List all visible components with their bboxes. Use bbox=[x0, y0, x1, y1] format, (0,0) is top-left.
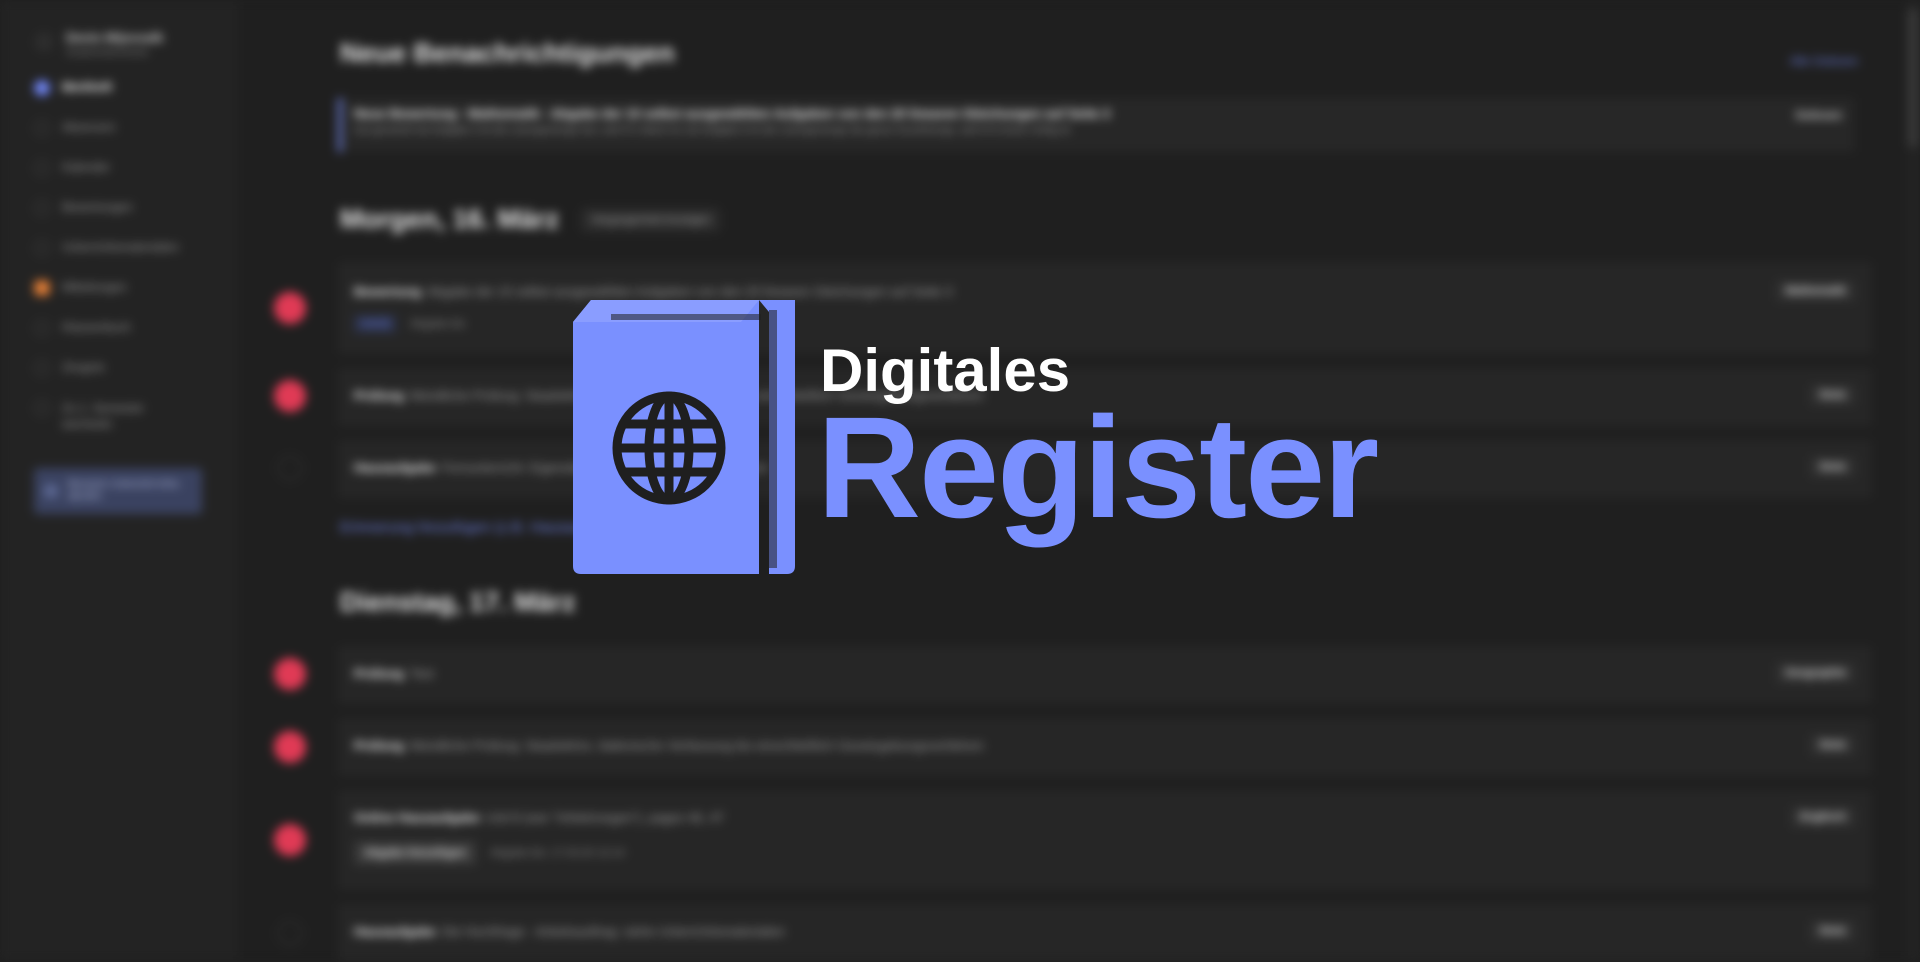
radio-icon bbox=[34, 200, 50, 216]
entry-type: Hausaufgabe bbox=[354, 924, 436, 939]
info-card-label: Benutzer Unterricht-Infos abrufen bbox=[68, 478, 180, 503]
sidebar-item-label: Unterrichtsmaterialien bbox=[62, 240, 179, 254]
day-title: Dienstag, 17. März bbox=[340, 587, 576, 617]
timeline-marker bbox=[277, 455, 303, 481]
sidebar-item-label: Merkheft bbox=[62, 80, 113, 94]
day-heading: Dienstag, 17. März bbox=[340, 587, 576, 618]
agenda-entry[interactable]: Hausaufgabe Die Hochfrage - Arbeitsauftra… bbox=[338, 904, 1872, 962]
scrollbar[interactable] bbox=[1906, 0, 1920, 961]
sidebar-item-label: Kalender bbox=[62, 160, 111, 174]
agenda-entry[interactable]: Online Hausaufgabe Unit 8 (see "Infobörse… bbox=[338, 790, 1872, 890]
logo-text-register: Register bbox=[817, 387, 1379, 548]
user-name: Denis Mijovsalk bbox=[66, 30, 164, 45]
radio-icon bbox=[34, 320, 50, 336]
radio-icon bbox=[34, 160, 50, 176]
entry-text: Abgabe der 10 selbst ausgewählten Aufgab… bbox=[427, 284, 953, 299]
timeline-marker bbox=[277, 920, 303, 946]
sidebar-item-mitteilungen[interactable]: Mitteilungen bbox=[34, 280, 179, 320]
passport-globe-icon bbox=[573, 300, 795, 574]
notifications-heading: Neue Benachrichtigungen bbox=[340, 38, 675, 68]
entry-type: Prüfung bbox=[354, 388, 404, 403]
agenda-entry[interactable]: Prüfung Mündliche Prüfung: Staatslehre, I… bbox=[338, 718, 1872, 776]
mark-read-button[interactable]: Gelesen bbox=[1795, 108, 1842, 122]
notification-text: Gut gemacht! bei Aufgabe 3 ist die Lösun… bbox=[354, 125, 1070, 136]
entry-line: Prüfung Mündliche Prüfung: Staatslehre, I… bbox=[354, 738, 1856, 753]
app-logo: Digitales Register bbox=[573, 300, 1393, 580]
entry-meta: Abgabe bis: 17.03.20 12:14 bbox=[490, 847, 625, 859]
entry-line: Hausaufgabe Die Hochfrage - Arbeitsauftra… bbox=[354, 924, 1856, 939]
entry-line: Online Hausaufgabe Unit 8 (see "Infobörse… bbox=[354, 810, 1856, 825]
entry-meta-row: Abgabe hinzufügen Abgabe bis: 17.03.20 1… bbox=[354, 841, 1856, 865]
sidebar-item-label: Klassenbuch bbox=[62, 320, 131, 334]
timeline-marker bbox=[274, 658, 306, 690]
radio-icon bbox=[34, 80, 50, 96]
sidebar-item-label: Bewertungen bbox=[62, 200, 133, 214]
radio-icon bbox=[34, 120, 50, 136]
show-past-button[interactable]: Vergangenheit Anzeigen bbox=[581, 207, 721, 232]
entry-line: Prüfung Test bbox=[354, 666, 1856, 681]
subject-badge: Englisch bbox=[1790, 806, 1856, 828]
agenda-entry[interactable]: Prüfung Test Geographie bbox=[338, 646, 1872, 704]
sidebar-item-label: Mitteilungen bbox=[62, 280, 127, 294]
user-role: Studierendenmeister bbox=[66, 47, 150, 57]
day-title: Morgen, 16. März bbox=[340, 204, 560, 234]
entry-meta: Abgabe bis bbox=[409, 318, 466, 330]
radio-icon bbox=[34, 240, 50, 256]
info-icon bbox=[44, 484, 58, 498]
read-all-link[interactable]: Alle Gelesen bbox=[1790, 54, 1858, 68]
entry-tag[interactable]: HAKB bbox=[354, 315, 396, 333]
timeline-marker bbox=[274, 380, 306, 412]
entry-type: Online Hausaufgabe bbox=[354, 810, 480, 825]
sidebar-item-absenzen[interactable]: Absenzen bbox=[34, 120, 179, 160]
radio-icon bbox=[34, 360, 50, 376]
sidebar-item-kalender[interactable]: Kalender bbox=[34, 160, 179, 200]
sidebar-item-klassenbuch[interactable]: Klassenbuch bbox=[34, 320, 179, 360]
sidebar-item-label: Zu 1. Semester wechseln bbox=[62, 401, 145, 432]
radio-icon bbox=[34, 400, 50, 416]
user-profile[interactable]: Denis Mijovsalk Studierendenmeister bbox=[34, 30, 164, 57]
sidebar-item-bewertungen[interactable]: Bewertungen bbox=[34, 200, 179, 240]
sidebar-nav: Merkheft Absenzen Kalender Bewertungen U… bbox=[34, 80, 179, 458]
subject-badge: Stotz bbox=[1809, 734, 1856, 756]
entry-type: Prüfung bbox=[354, 666, 404, 681]
subject-badge: Geographie bbox=[1774, 662, 1856, 684]
notification-item[interactable]: Neue Bewertung - Mathematik - Abgabe der… bbox=[338, 98, 1854, 152]
sidebar-item-label: Absenzen bbox=[62, 120, 116, 134]
subject-badge: Stotz bbox=[1809, 384, 1856, 406]
add-submission-button[interactable]: Abgabe hinzufügen bbox=[354, 841, 477, 865]
sidebar-item-zeugnis[interactable]: Zeugnis bbox=[34, 360, 179, 400]
info-card-button[interactable]: Benutzer Unterricht-Infos abrufen bbox=[34, 468, 202, 514]
timeline-marker bbox=[274, 292, 306, 324]
subject-badge: Mathematik bbox=[1775, 280, 1856, 302]
sidebar: Denis Mijovsalk Studierendenmeister Merk… bbox=[0, 0, 239, 961]
entry-text: Test bbox=[409, 666, 434, 681]
entry-type: Prüfung bbox=[354, 738, 404, 753]
mail-badge-icon bbox=[34, 280, 50, 296]
subject-badge: Stotz bbox=[1809, 920, 1856, 942]
scrollbar-thumb[interactable] bbox=[1908, 8, 1918, 148]
timeline-marker bbox=[274, 824, 306, 856]
notification-title: Neue Bewertung - Mathematik - Abgabe der… bbox=[354, 106, 1111, 121]
sidebar-item-label: Zeugnis bbox=[62, 360, 105, 374]
entry-line: Bewertung Abgabe der 10 selbst ausgewählt… bbox=[354, 284, 1856, 299]
entry-text: Unit 8 (see "Infobörsegen"), pages 46, 4… bbox=[485, 810, 725, 825]
subject-badge: Stotz bbox=[1809, 456, 1856, 478]
sidebar-item-semester-switch[interactable]: Zu 1. Semester wechseln bbox=[34, 400, 179, 458]
sidebar-item-merkheft[interactable]: Merkheft bbox=[34, 80, 179, 120]
entry-text: Die Hochfrage - Arbeitsauftrag: siehe Un… bbox=[441, 924, 785, 939]
timeline-marker bbox=[274, 731, 306, 763]
entry-text: Mündliche Prüfung: Staatslehre, Italieni… bbox=[409, 738, 984, 753]
day-heading: Morgen, 16. März Vergangenheit Anzeigen bbox=[340, 204, 721, 235]
sidebar-item-unterrichtsmaterialien[interactable]: Unterrichtsmaterialien bbox=[34, 240, 179, 280]
entry-type: Bewertung bbox=[354, 284, 422, 299]
avatar bbox=[34, 32, 54, 52]
entry-type: Hausaufgabe bbox=[354, 460, 436, 475]
